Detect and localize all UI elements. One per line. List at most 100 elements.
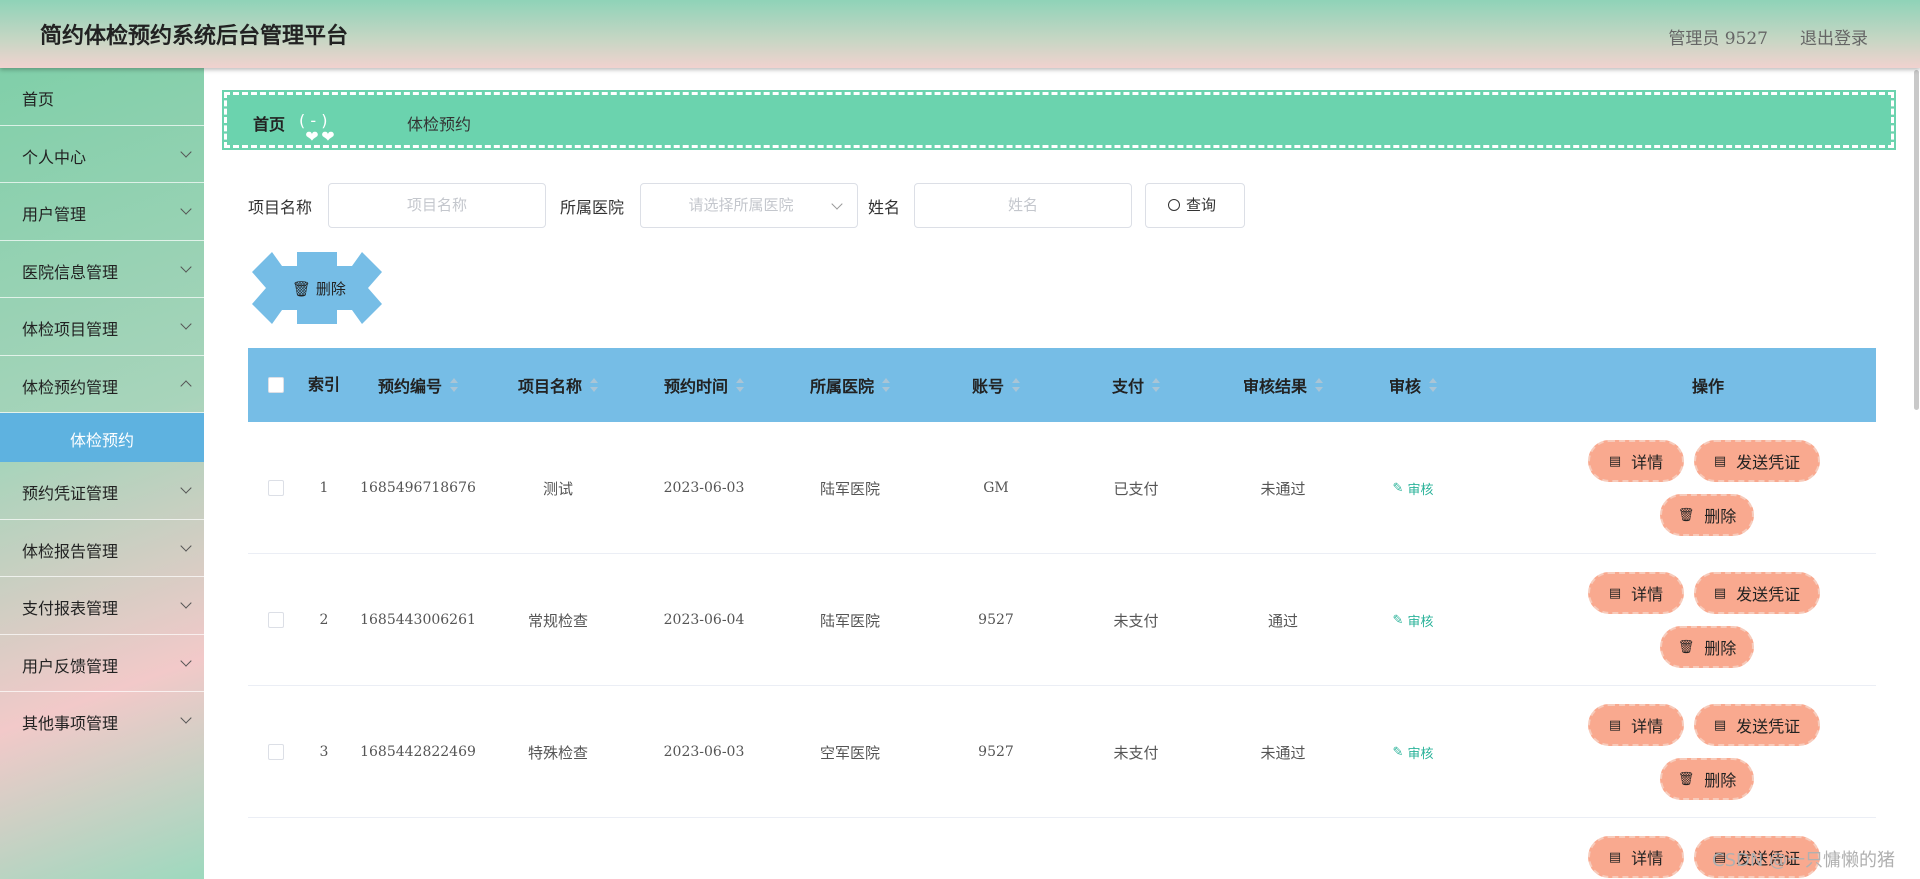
header-review[interactable]: 审核: [1358, 348, 1468, 422]
project-name-label: 项目名称: [248, 198, 313, 217]
document-icon: ▤: [1608, 849, 1622, 865]
search-bar: 项目名称 项目名称 所属医院 请选择所属医院 姓名 姓名 查询: [248, 181, 1848, 231]
sidebar-item-exam-booking-management[interactable]: 体检预约管理: [0, 356, 204, 413]
review-button[interactable]: ✎ 审核: [1358, 422, 1468, 554]
sort-icon[interactable]: [1152, 378, 1160, 392]
header-project[interactable]: 项目名称: [488, 348, 628, 422]
chevron-up-icon: [180, 379, 192, 392]
sidebar-item-voucher-management[interactable]: 预约凭证管理: [0, 462, 204, 520]
sidebar-item-personal-center[interactable]: 个人中心: [0, 126, 204, 183]
query-button[interactable]: 查询: [1145, 183, 1245, 228]
cell-time: 2023-06-03: [663, 744, 745, 760]
select-all-cell: [248, 348, 304, 422]
table-header: 索引 预约编号 项目名称 预约时间 所属医院 账号 支付 审核结果 审核 操作: [248, 348, 1876, 422]
row-select-cell: [248, 554, 304, 686]
sidebar-item-label: 其他事项管理: [22, 714, 119, 733]
sidebar-item-payment-report[interactable]: 支付报表管理: [0, 577, 204, 635]
row-select-cell: [248, 422, 304, 554]
project-name-input[interactable]: 项目名称: [328, 183, 546, 228]
admin-label: 管理员 9527: [1668, 29, 1768, 49]
delete-label: 删除: [1704, 639, 1737, 658]
table-row: 3 1685442822469 特殊检查 2023-06-03 空军医院 952…: [248, 686, 1876, 818]
logout-link[interactable]: 退出登录: [1800, 24, 1868, 49]
header-label: 预约编号: [377, 377, 442, 396]
sort-icon[interactable]: [450, 378, 458, 392]
sidebar-item-report-management[interactable]: 体检报告管理: [0, 520, 204, 577]
send-voucher-label: 发送凭证: [1736, 717, 1801, 736]
header-result[interactable]: 审核结果: [1208, 348, 1358, 422]
send-voucher-button[interactable]: ▤ 发送凭证: [1694, 440, 1820, 482]
delete-button[interactable]: 🗑 删除: [1660, 758, 1754, 800]
query-button-label: 查询: [1186, 196, 1217, 214]
sidebar-item-label: 个人中心: [22, 147, 87, 167]
chevron-down-icon: [180, 203, 192, 215]
cell-pay: 未支付: [1113, 743, 1159, 762]
sidebar-item-feedback-management[interactable]: 用户反馈管理: [0, 635, 204, 692]
header-account[interactable]: 账号: [926, 348, 1066, 422]
cell-hospital: 陆军医院: [819, 611, 880, 630]
delete-button[interactable]: 🗑 删除: [1660, 494, 1754, 536]
detail-button[interactable]: ▤ 详情: [1588, 704, 1684, 746]
cell-booking-no: 1685442822469: [360, 744, 476, 760]
sidebar-item-user-management[interactable]: 用户管理: [0, 183, 204, 241]
document-icon: ▤: [1713, 453, 1727, 469]
send-voucher-button[interactable]: ▤ 发送凭证: [1694, 572, 1820, 614]
sort-icon[interactable]: [590, 378, 598, 392]
table-row: 2 1685443006261 常规检查 2023-06-04 陆军医院 952…: [248, 554, 1876, 686]
header-hospital[interactable]: 所属医院: [780, 348, 920, 422]
sort-icon[interactable]: [1315, 378, 1323, 392]
scrollbar[interactable]: [1914, 70, 1919, 410]
row-checkbox[interactable]: [268, 744, 284, 760]
trash-icon: 🗑: [292, 280, 312, 298]
cell-account: 9527: [978, 744, 1014, 760]
hospital-select[interactable]: 请选择所属医院: [640, 183, 858, 228]
batch-delete-button[interactable]: 🗑 删除: [252, 252, 382, 324]
edit-icon: ✎: [1392, 480, 1408, 496]
send-voucher-button[interactable]: ▤ 发送凭证: [1694, 704, 1820, 746]
app-title: 简约体检预约系统后台管理平台: [40, 23, 349, 49]
cell-result: 未通过: [1260, 743, 1306, 762]
cell-pay: 已支付: [1113, 479, 1159, 498]
cell-time: 2023-06-03: [663, 480, 745, 496]
cell-index: 3: [319, 744, 329, 760]
sidebar-item-label: 预约凭证管理: [22, 484, 119, 503]
detail-button[interactable]: ▤ 详情: [1588, 440, 1684, 482]
review-button[interactable]: ✎ 审核: [1358, 554, 1468, 686]
detail-button[interactable]: ▤ 详情: [1588, 836, 1684, 878]
review-button[interactable]: ✎ 审核: [1358, 686, 1468, 818]
sidebar-subitem-exam-booking[interactable]: 体检预约: [0, 413, 204, 462]
header-ops: 操作: [1691, 377, 1724, 396]
delete-label: 删除: [1704, 507, 1737, 526]
header-pay[interactable]: 支付: [1066, 348, 1206, 422]
breadcrumb: 首页 (❤ - ❤) 体检预约: [222, 90, 1896, 150]
name-input[interactable]: 姓名: [914, 183, 1132, 228]
sort-icon[interactable]: [1429, 378, 1437, 392]
detail-button[interactable]: ▤ 详情: [1588, 572, 1684, 614]
sidebar-item-exam-project-management[interactable]: 体检项目管理: [0, 298, 204, 356]
sidebar-item-home[interactable]: 首页: [0, 68, 204, 126]
send-voucher-label: 发送凭证: [1736, 453, 1801, 472]
sidebar-item-label: 体检预约: [70, 431, 135, 450]
header-time[interactable]: 预约时间: [634, 348, 774, 422]
breadcrumb-current: 体检预约: [407, 115, 472, 134]
breadcrumb-home[interactable]: 首页: [253, 111, 285, 135]
sort-icon[interactable]: [1012, 378, 1020, 392]
sort-icon[interactable]: [736, 378, 744, 392]
select-all-checkbox[interactable]: [268, 377, 284, 393]
row-checkbox[interactable]: [268, 612, 284, 628]
delete-label: 删除: [1704, 771, 1737, 790]
sort-icon[interactable]: [882, 378, 890, 392]
row-checkbox[interactable]: [268, 480, 284, 496]
batch-delete-label: 🗑 删除: [292, 278, 346, 299]
delete-button[interactable]: 🗑 删除: [1660, 626, 1754, 668]
chevron-down-icon: [180, 539, 192, 552]
sidebar-item-hospital-management[interactable]: 医院信息管理: [0, 241, 204, 298]
cell-hospital: 空军医院: [819, 743, 880, 762]
header-booking-no[interactable]: 预约编号: [348, 348, 488, 422]
header-index: 索引: [307, 375, 340, 394]
detail-label: 详情: [1631, 849, 1664, 868]
chevron-down-icon: [180, 145, 192, 158]
table-row: 1 1685496718676 测试 2023-06-03 陆军医院 GM 已支…: [248, 422, 1876, 554]
sidebar-item-other-management[interactable]: 其他事项管理: [0, 692, 204, 750]
review-label: 审核: [1407, 746, 1434, 762]
